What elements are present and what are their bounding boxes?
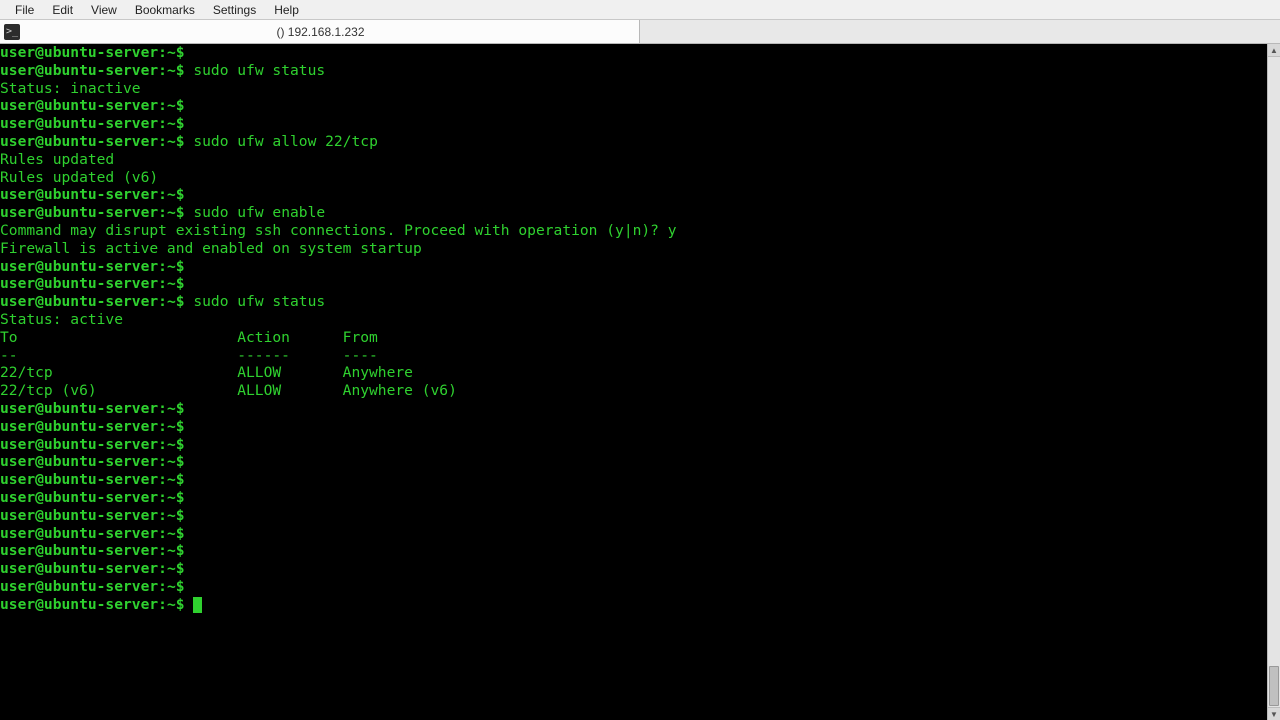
session-tab[interactable]: >_ () 192.168.1.232 xyxy=(0,20,640,43)
terminal-output-line: 22/tcp ALLOW Anywhere xyxy=(0,364,1280,382)
terminal-output-line: Status: inactive xyxy=(0,80,1280,98)
terminal-line: user@ubuntu-server:~$ xyxy=(0,115,1280,133)
menu-file[interactable]: File xyxy=(6,3,43,17)
terminal-wrap: user@ubuntu-server:~$ user@ubuntu-server… xyxy=(0,44,1280,720)
terminal-output-line: To Action From xyxy=(0,329,1280,347)
terminal-line: user@ubuntu-server:~$ xyxy=(0,275,1280,293)
menu-settings[interactable]: Settings xyxy=(204,3,265,17)
cursor xyxy=(193,597,202,613)
command-text: sudo ufw status xyxy=(193,62,325,79)
terminal-line: user@ubuntu-server:~$ xyxy=(0,97,1280,115)
menu-view[interactable]: View xyxy=(82,3,126,17)
terminal-line: user@ubuntu-server:~$ sudo ufw allow 22/… xyxy=(0,133,1280,151)
terminal-line: user@ubuntu-server:~$ xyxy=(0,525,1280,543)
terminal-line: user@ubuntu-server:~$ xyxy=(0,436,1280,454)
menubar: File Edit View Bookmarks Settings Help xyxy=(0,0,1280,20)
terminal[interactable]: user@ubuntu-server:~$ user@ubuntu-server… xyxy=(0,44,1280,720)
command-text: sudo ufw enable xyxy=(193,204,325,221)
scrollbar[interactable]: ▲ ▼ xyxy=(1267,44,1280,720)
terminal-output-line: Rules updated (v6) xyxy=(0,169,1280,187)
terminal-line: user@ubuntu-server:~$ xyxy=(0,44,1280,62)
terminal-line: user@ubuntu-server:~$ xyxy=(0,560,1280,578)
terminal-line: user@ubuntu-server:~$ xyxy=(0,471,1280,489)
terminal-line: user@ubuntu-server:~$ xyxy=(0,258,1280,276)
terminal-line: user@ubuntu-server:~$ sudo ufw status xyxy=(0,62,1280,80)
terminal-output-line: Rules updated xyxy=(0,151,1280,169)
command-text: sudo ufw allow 22/tcp xyxy=(193,133,378,150)
menu-bookmarks[interactable]: Bookmarks xyxy=(126,3,204,17)
terminal-line: user@ubuntu-server:~$ sudo ufw enable xyxy=(0,204,1280,222)
terminal-output-line: 22/tcp (v6) ALLOW Anywhere (v6) xyxy=(0,382,1280,400)
tab-strip: >_ () 192.168.1.232 xyxy=(0,20,1280,44)
terminal-icon: >_ xyxy=(4,24,20,40)
command-text: sudo ufw status xyxy=(193,293,325,310)
terminal-line: user@ubuntu-server:~$ xyxy=(0,507,1280,525)
menu-edit[interactable]: Edit xyxy=(43,3,82,17)
menu-help[interactable]: Help xyxy=(265,3,308,17)
scroll-thumb[interactable] xyxy=(1269,666,1279,706)
tab-title: () 192.168.1.232 xyxy=(26,25,639,39)
terminal-line: user@ubuntu-server:~$ xyxy=(0,186,1280,204)
terminal-line: user@ubuntu-server:~$ xyxy=(0,596,1280,614)
terminal-line: user@ubuntu-server:~$ xyxy=(0,418,1280,436)
terminal-output-line: Command may disrupt existing ssh connect… xyxy=(0,222,1280,240)
terminal-line: user@ubuntu-server:~$ xyxy=(0,489,1280,507)
terminal-line: user@ubuntu-server:~$ xyxy=(0,453,1280,471)
terminal-line: user@ubuntu-server:~$ xyxy=(0,578,1280,596)
terminal-output-line: Status: active xyxy=(0,311,1280,329)
terminal-line: user@ubuntu-server:~$ xyxy=(0,400,1280,418)
terminal-output-line: Firewall is active and enabled on system… xyxy=(0,240,1280,258)
terminal-line: user@ubuntu-server:~$ xyxy=(0,542,1280,560)
scroll-up-arrow-icon[interactable]: ▲ xyxy=(1268,44,1280,57)
terminal-line: user@ubuntu-server:~$ sudo ufw status xyxy=(0,293,1280,311)
terminal-output-line: -- ------ ---- xyxy=(0,347,1280,365)
scroll-down-arrow-icon[interactable]: ▼ xyxy=(1268,707,1280,720)
